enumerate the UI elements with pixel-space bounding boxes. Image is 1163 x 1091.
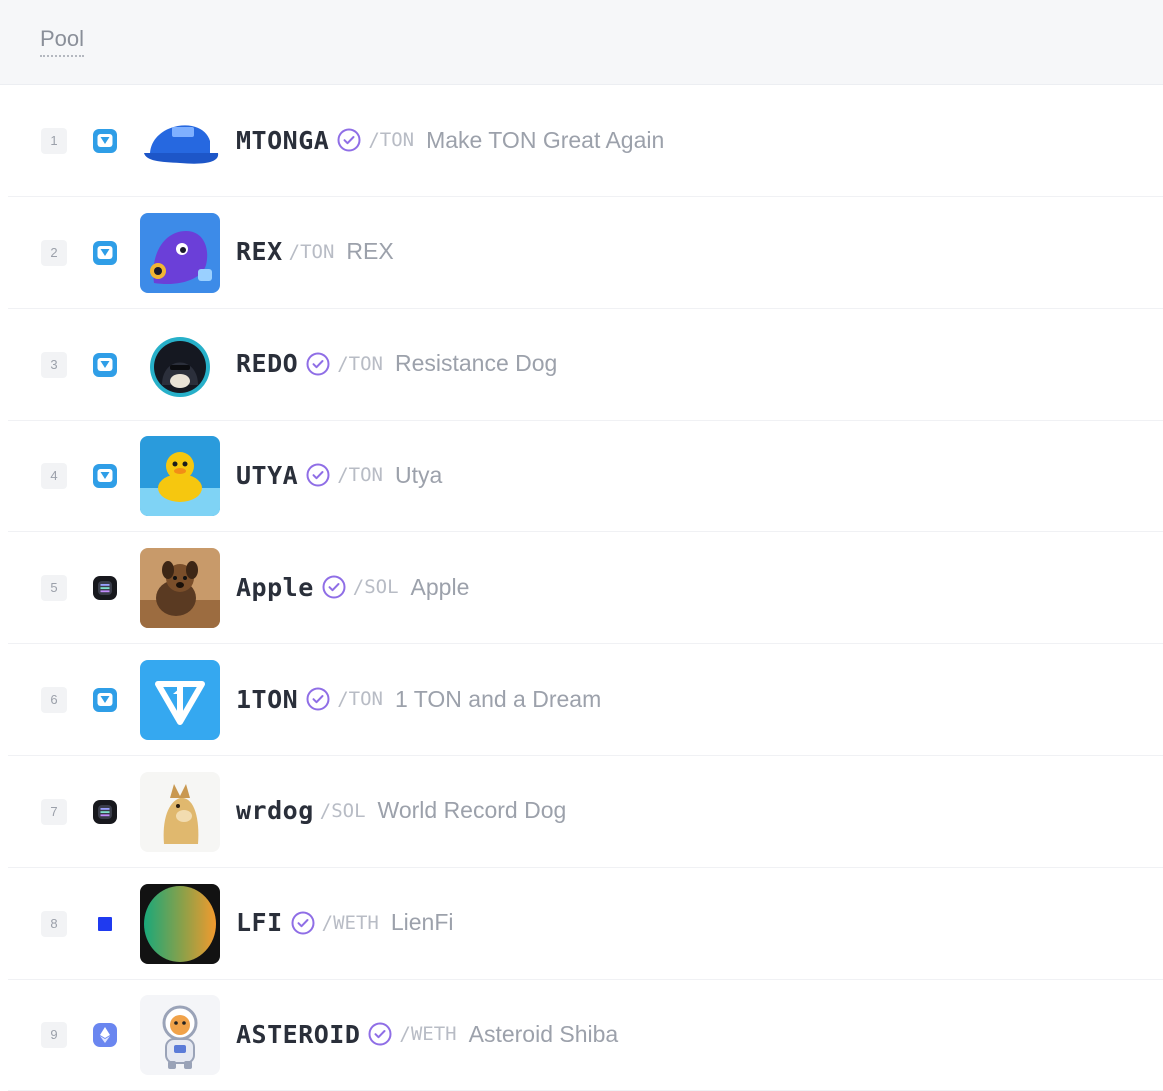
token-name-group[interactable]: REX/TON REX (236, 234, 394, 270)
rank-badge: 8 (41, 910, 67, 937)
token-avatar[interactable] (140, 436, 220, 517)
token-name-group[interactable]: 1TON/TON 1 TON and a Dream (236, 681, 601, 717)
quote-pair: /SOL (352, 576, 399, 599)
ton-icon (92, 128, 118, 154)
token-symbol[interactable]: REDO (236, 349, 298, 378)
rank-badge: 9 (41, 1022, 67, 1049)
token-name-group[interactable]: UTYA/TON Utya (236, 457, 442, 493)
token-full-name: Asteroid Shiba (468, 1020, 619, 1047)
sol-icon (92, 575, 118, 601)
square-icon (92, 911, 118, 937)
token-full-name: LienFi (390, 909, 454, 936)
token-name-group[interactable]: Apple/SOL Apple (236, 569, 469, 605)
pool-row[interactable]: 9 ASTEROID/WETH Asteroid Shiba (8, 979, 1163, 1091)
token-name-group[interactable]: MTONGA/TON Make TON Great Again (236, 122, 664, 158)
token-avatar[interactable] (140, 771, 220, 852)
token-full-name: REX (346, 238, 394, 265)
verified-check-icon (336, 127, 362, 153)
pool-row[interactable]: 3 REDO/TON Resistance Dog (8, 309, 1163, 421)
token-full-name: World Record Dog (377, 797, 567, 824)
verified-check-icon (290, 910, 316, 936)
quote-pair: /TON (337, 688, 383, 710)
quote-pair: /TON (288, 240, 335, 263)
quote-pair: /SOL (319, 799, 366, 822)
verified-check-icon (305, 351, 331, 377)
token-name-group[interactable]: wrdog/SOL World Record Dog (236, 793, 566, 829)
verified-check-icon (305, 462, 331, 488)
token-full-name: Apple (410, 573, 470, 600)
token-symbol[interactable]: wrdog (236, 796, 314, 825)
ton-icon (92, 352, 118, 378)
rank-badge: 1 (41, 128, 67, 154)
pool-row[interactable]: 7 wrdog/SOL World Record Dog (8, 756, 1163, 868)
token-name-group[interactable]: LFI/WETH LienFi (236, 905, 454, 941)
pool-row[interactable]: 2 REX/TON REX (8, 197, 1163, 309)
pool-row[interactable]: 1 MTONGA/TON Make TON Great Again (8, 85, 1163, 197)
token-symbol[interactable]: Apple (236, 573, 314, 602)
rank-badge: 3 (41, 351, 67, 378)
verified-check-icon (321, 574, 347, 600)
token-avatar[interactable] (140, 101, 220, 181)
quote-pair: /WETH (321, 911, 379, 934)
token-avatar[interactable] (140, 995, 220, 1076)
pool-row[interactable]: 6 1TON/TON 1 TON and a Dream (8, 644, 1163, 756)
token-avatar[interactable] (140, 883, 220, 964)
pool-column-header[interactable]: Pool (40, 26, 85, 57)
token-avatar[interactable] (140, 548, 220, 629)
pool-row[interactable]: 8 LFI/WETH LienFi (8, 868, 1163, 980)
quote-pair: /WETH (399, 1023, 457, 1046)
token-full-name: Make TON Great Again (426, 126, 665, 153)
table-header: Pool (0, 0, 1163, 85)
verified-check-icon (305, 686, 331, 712)
token-avatar[interactable] (140, 212, 220, 293)
token-name-group[interactable]: REDO/TON Resistance Dog (236, 346, 557, 382)
token-avatar[interactable] (140, 324, 220, 405)
ton-icon (92, 687, 118, 713)
token-full-name: 1 TON and a Dream (394, 685, 602, 712)
quote-pair: /TON (337, 352, 383, 375)
rank-badge: 6 (41, 687, 67, 713)
token-symbol[interactable]: UTYA (236, 461, 298, 490)
rank-badge: 5 (41, 575, 67, 602)
rank-badge: 7 (41, 798, 67, 825)
token-name-group[interactable]: ASTEROID/WETH Asteroid Shiba (236, 1016, 618, 1052)
eth-icon (92, 1022, 118, 1048)
sol-icon (92, 799, 118, 825)
quote-pair: /TON (337, 464, 383, 487)
token-symbol[interactable]: MTONGA (236, 126, 329, 155)
token-symbol[interactable]: LFI (236, 908, 283, 937)
pool-row[interactable]: 5 Apple/SOL Apple (8, 532, 1163, 645)
rank-badge: 4 (41, 463, 67, 490)
token-symbol[interactable]: 1TON (236, 685, 298, 714)
rank-badge: 2 (41, 239, 67, 266)
ton-icon (92, 463, 118, 489)
ton-icon (92, 240, 118, 266)
token-symbol[interactable]: REX (236, 237, 283, 266)
token-full-name: Resistance Dog (394, 350, 558, 377)
token-symbol[interactable]: ASTEROID (236, 1020, 360, 1049)
pool-row[interactable]: 4 UTYA/TON Utya (8, 420, 1163, 533)
token-avatar[interactable] (140, 660, 220, 740)
verified-check-icon (367, 1021, 393, 1047)
quote-pair: /TON (368, 129, 415, 151)
token-full-name: Utya (394, 461, 443, 488)
pool-list-panel: Pool 1 MTONGA/TON Make TON Great Again 2 REX… (0, 0, 1163, 1091)
